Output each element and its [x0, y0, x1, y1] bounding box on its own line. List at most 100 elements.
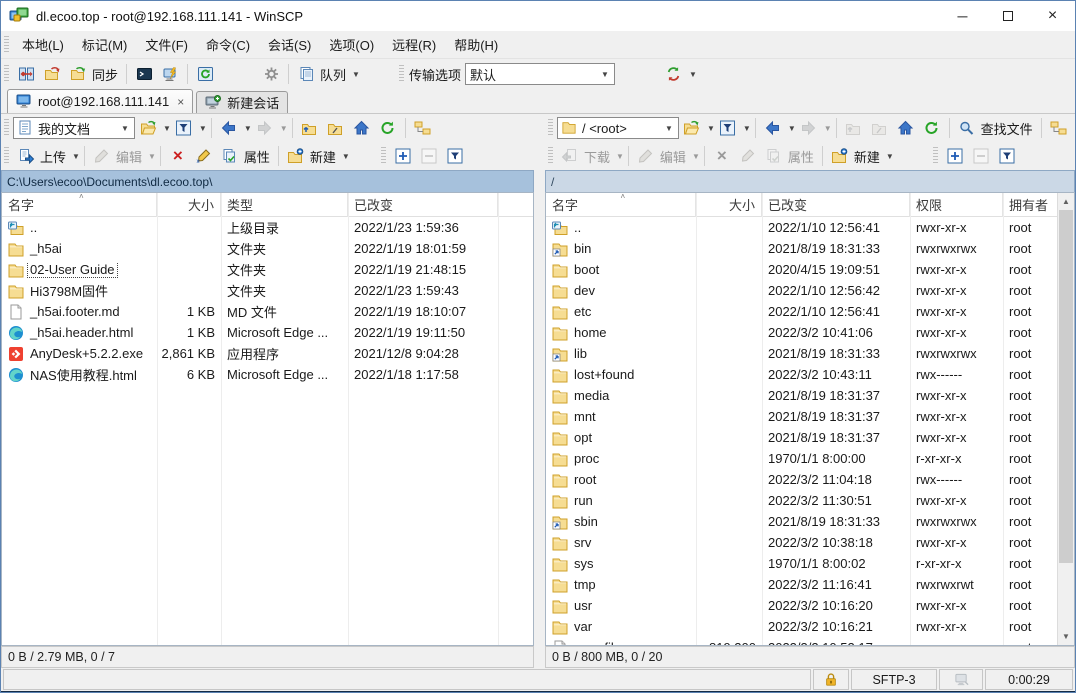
remote-back-dropdown-arrow[interactable]: ▼	[788, 124, 796, 133]
local-drive-combobox[interactable]: 我的文档 ▼	[13, 117, 135, 139]
scroll-up-icon[interactable]: ▲	[1058, 193, 1074, 210]
remote-path-dropdown-arrow[interactable]: ▼	[662, 124, 676, 133]
local-nav-grip[interactable]	[4, 119, 9, 137]
local-parent-directory-icon[interactable]	[297, 116, 323, 140]
remote-filter-dropdown-arrow[interactable]: ▼	[743, 124, 751, 133]
remote-header-permissions[interactable]: 权限	[910, 193, 1003, 217]
menu-grip[interactable]	[4, 36, 9, 54]
local-rename-icon[interactable]: x	[191, 144, 217, 168]
transfer-grip[interactable]	[399, 65, 404, 83]
remote-open-directory-icon[interactable]	[679, 116, 705, 140]
local-tree-toggle-icon[interactable]	[410, 116, 436, 140]
file-row[interactable]: ..上级目录2022/1/23 1:59:36	[2, 217, 533, 238]
remote-forward-icon[interactable]	[796, 116, 822, 140]
remote-new-icon[interactable]	[827, 144, 853, 168]
remote-edit-dropdown-arrow[interactable]: ▼	[692, 152, 700, 161]
menu-remote[interactable]: 远程(R)	[383, 31, 445, 58]
encryption-lock-icon[interactable]	[813, 669, 849, 690]
local-back-dropdown-arrow[interactable]: ▼	[244, 124, 252, 133]
local-properties-label[interactable]: 属性	[243, 147, 274, 166]
remote-select-plus-icon[interactable]	[942, 144, 968, 168]
session-tab-close-icon[interactable]: ×	[177, 95, 184, 109]
menu-session[interactable]: 会话(S)	[259, 31, 320, 58]
local-header-modified[interactable]: 已改变	[348, 193, 498, 217]
local-header-size[interactable]: 大小	[157, 193, 221, 217]
file-row[interactable]: lost+found2022/3/2 10:43:11rwx------root	[546, 364, 1074, 385]
local-filter-icon[interactable]	[171, 116, 197, 140]
remote-vertical-scrollbar[interactable]: ▲ ▼	[1057, 193, 1074, 645]
file-row[interactable]: opt2021/8/19 18:31:37rwxr-xr-xroot	[546, 427, 1074, 448]
remote-filter-icon[interactable]	[715, 116, 741, 140]
local-edit-icon[interactable]	[89, 144, 115, 168]
local-open-dropdown-arrow[interactable]: ▼	[163, 124, 171, 133]
local-select-filter-icon[interactable]	[442, 144, 468, 168]
remote-path-combobox[interactable]: / <root> ▼	[557, 117, 679, 139]
transfer-mode-dropdown-arrow[interactable]: ▼	[689, 70, 697, 79]
file-row[interactable]: bin2021/8/19 18:31:33rwxrwxrwxroot	[546, 238, 1074, 259]
file-row[interactable]: home2022/3/2 10:41:06rwxr-xr-xroot	[546, 322, 1074, 343]
new-session-tab[interactable]: 新建会话	[196, 91, 288, 113]
local-refresh-icon[interactable]	[375, 116, 401, 140]
queue-icon[interactable]	[293, 62, 319, 86]
local-back-icon[interactable]	[216, 116, 242, 140]
remote-path-bar[interactable]: /	[545, 170, 1075, 192]
file-row[interactable]: tmp2022/3/2 11:16:41rwxrwxrwtroot	[546, 574, 1074, 595]
connection-monitor-icon[interactable]	[939, 669, 983, 690]
remote-edit-icon[interactable]	[633, 144, 659, 168]
remote-select-minus-icon[interactable]	[968, 144, 994, 168]
minimize-button[interactable]: ─	[940, 1, 985, 31]
file-row[interactable]: lib2021/8/19 18:31:33rwxrwxrwxroot	[546, 343, 1074, 364]
menu-file[interactable]: 文件(F)	[136, 31, 197, 58]
remote-parent-directory-icon[interactable]	[841, 116, 867, 140]
remote-root-directory-icon[interactable]	[867, 116, 893, 140]
find-files-label[interactable]: 查找文件	[980, 119, 1037, 138]
file-row[interactable]: AnyDesk+5.2.2.exe2,861 KB应用程序2021/12/8 9…	[2, 343, 533, 364]
local-forward-dropdown-arrow[interactable]: ▼	[280, 124, 288, 133]
file-row[interactable]: usr2022/3/2 10:16:20rwxr-xr-xroot	[546, 595, 1074, 616]
local-new-dropdown-arrow[interactable]: ▼	[342, 152, 350, 161]
remote-new-label[interactable]: 新建	[853, 147, 884, 166]
protocol-indicator[interactable]: SFTP-3	[851, 669, 937, 690]
file-row[interactable]: _h5ai.header.html1 KBMicrosoft Edge ...2…	[2, 322, 533, 343]
file-row[interactable]: Hi3798M固件文件夹2022/1/23 1:59:43	[2, 280, 533, 301]
download-icon[interactable]	[557, 144, 583, 168]
local-file-grip[interactable]	[4, 147, 9, 165]
preferences-gear-icon[interactable]	[258, 62, 284, 86]
remote-properties-icon[interactable]	[761, 144, 787, 168]
transfer-mode-icon[interactable]	[661, 62, 687, 86]
remote-header-size[interactable]: 大小	[696, 193, 762, 217]
remote-tree-toggle-icon[interactable]	[1046, 116, 1072, 140]
download-label[interactable]: 下载	[583, 147, 614, 166]
open-terminal-icon[interactable]	[157, 62, 183, 86]
local-forward-icon[interactable]	[252, 116, 278, 140]
file-row[interactable]: run2022/3/2 11:30:51rwxr-xr-xroot	[546, 490, 1074, 511]
upload-label[interactable]: 上传	[39, 147, 70, 166]
file-row[interactable]: proc1970/1/1 8:00:00r-xr-xr-xroot	[546, 448, 1074, 469]
scroll-down-icon[interactable]: ▼	[1058, 628, 1074, 645]
remote-home-icon[interactable]	[893, 116, 919, 140]
menu-options[interactable]: 选项(O)	[320, 31, 383, 58]
remote-new-dropdown-arrow[interactable]: ▼	[886, 152, 894, 161]
remote-select-grip[interactable]	[933, 147, 938, 165]
remote-refresh-icon[interactable]	[919, 116, 945, 140]
local-edit-label[interactable]: 编辑	[115, 147, 146, 166]
file-row[interactable]: dev2022/1/10 12:56:42rwxr-xr-xroot	[546, 280, 1074, 301]
synchronize-icon[interactable]	[65, 62, 91, 86]
close-button[interactable]: ×	[1030, 1, 1075, 31]
file-row[interactable]: media2021/8/19 18:31:37rwxr-xr-xroot	[546, 385, 1074, 406]
local-select-plus-icon[interactable]	[390, 144, 416, 168]
remote-forward-dropdown-arrow[interactable]: ▼	[824, 124, 832, 133]
remote-delete-icon[interactable]: ×	[709, 144, 735, 168]
remote-properties-label[interactable]: 属性	[787, 147, 818, 166]
file-row[interactable]: sys1970/1/1 8:00:02r-xr-xr-xroot	[546, 553, 1074, 574]
toolbar-grip[interactable]	[4, 65, 9, 83]
console-icon[interactable]	[131, 62, 157, 86]
local-header-name[interactable]: 名字˄	[2, 193, 157, 217]
local-select-grip[interactable]	[381, 147, 386, 165]
file-row[interactable]: var2022/3/2 10:16:21rwxr-xr-xroot	[546, 616, 1074, 637]
refresh-panels-icon[interactable]	[192, 62, 218, 86]
local-path-bar[interactable]: C:\Users\ecoo\Documents\dl.ecoo.top\	[1, 170, 534, 192]
menu-mark[interactable]: 标记(M)	[73, 31, 137, 58]
file-row[interactable]: swapfile819,2002022/3/2 10:52:17rw------…	[546, 637, 1074, 646]
queue-dropdown-arrow[interactable]: ▼	[352, 70, 360, 79]
